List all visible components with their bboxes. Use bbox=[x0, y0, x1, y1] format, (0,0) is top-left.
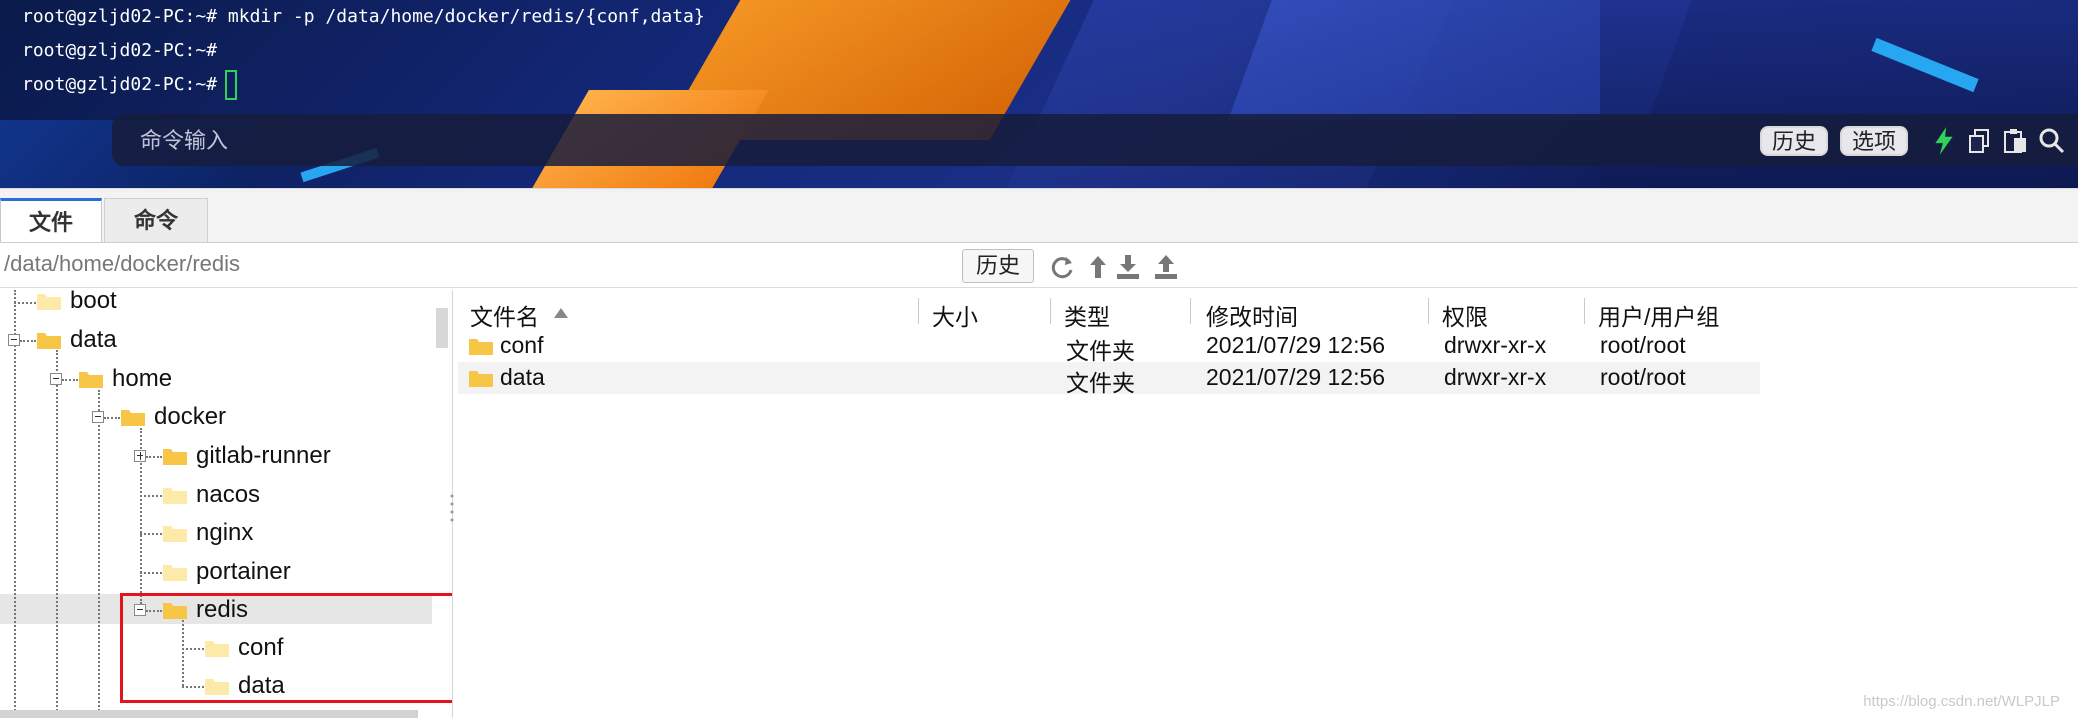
tree-item-label: gitlab-runner bbox=[196, 442, 331, 469]
folder-icon bbox=[37, 333, 61, 349]
folder-icon bbox=[79, 372, 103, 388]
folder-icon bbox=[469, 371, 493, 387]
collapse-toggle[interactable] bbox=[50, 373, 62, 385]
tree-item-label: nginx bbox=[196, 519, 254, 546]
command-bar: 历史 选项 bbox=[112, 114, 2078, 168]
file-name: conf bbox=[500, 332, 544, 358]
sort-ascending-icon bbox=[554, 308, 568, 318]
folder-icon bbox=[469, 339, 493, 355]
tree-item-label: docker bbox=[154, 403, 227, 430]
file-owner: root/root bbox=[1600, 332, 1686, 358]
column-separator[interactable] bbox=[1584, 298, 1585, 324]
folder-icon bbox=[163, 526, 187, 542]
tree-connector bbox=[140, 495, 162, 497]
path-history-button[interactable]: 历史 bbox=[962, 249, 1034, 283]
tree-connector bbox=[140, 533, 162, 535]
collapse-toggle[interactable] bbox=[8, 334, 20, 346]
tree-horizontal-scrollbar[interactable] bbox=[0, 710, 418, 718]
column-separator[interactable] bbox=[1428, 298, 1429, 324]
highlight-annotation-box bbox=[120, 593, 452, 703]
column-separator[interactable] bbox=[1190, 298, 1191, 324]
file-mtime: 2021/07/29 12:56 bbox=[1206, 332, 1386, 358]
download-icon[interactable] bbox=[1114, 253, 1142, 281]
folder-icon bbox=[121, 410, 145, 426]
column-header-type[interactable]: 类型 bbox=[1064, 298, 1110, 332]
table-row[interactable]: data 文件夹 2021/07/29 12:56 drwxr-xr-x roo… bbox=[458, 362, 1760, 396]
tree-connector bbox=[14, 290, 16, 718]
tree-connector bbox=[98, 390, 100, 718]
file-permissions: drwxr-xr-x bbox=[1444, 364, 1547, 390]
tab-commands[interactable]: 命令 bbox=[104, 198, 208, 242]
paste-icon[interactable] bbox=[2002, 126, 2030, 156]
column-header-owner[interactable]: 用户/用户组 bbox=[1598, 298, 1719, 332]
tree-connector bbox=[56, 350, 58, 718]
column-header-modified[interactable]: 修改时间 bbox=[1206, 298, 1298, 332]
expand-toggle[interactable] bbox=[134, 450, 146, 462]
tree-connector bbox=[14, 302, 36, 304]
terminal-output: root@gzljd02-PC:~# mkdir -p /data/home/d… bbox=[22, 2, 705, 104]
tree-item-label: boot bbox=[70, 290, 117, 314]
tree-item-label: nacos bbox=[196, 481, 261, 508]
column-separator[interactable] bbox=[918, 298, 919, 324]
folder-icon bbox=[37, 294, 61, 310]
terminal-line: root@gzljd02-PC:~# bbox=[22, 40, 218, 61]
collapse-toggle[interactable] bbox=[92, 411, 104, 423]
tab-files[interactable]: 文件 bbox=[0, 198, 102, 242]
folder-icon bbox=[163, 565, 187, 581]
tree-connector bbox=[62, 379, 78, 381]
file-list[interactable]: 文件名 大小 类型 修改时间 权限 用户/用户组 conf 文件夹 2021/0… bbox=[458, 290, 2078, 718]
tree-connector bbox=[146, 456, 162, 458]
terminal-cursor bbox=[225, 70, 238, 100]
tree-item-label: portainer bbox=[196, 558, 291, 585]
table-row[interactable]: conf 文件夹 2021/07/29 12:56 drwxr-xr-x roo… bbox=[458, 330, 1760, 364]
folder-icon bbox=[163, 449, 187, 465]
path-bar: /data/home/docker/redis 历史 bbox=[0, 243, 2078, 288]
refresh-icon[interactable] bbox=[1048, 253, 1076, 281]
file-name: data bbox=[500, 364, 545, 390]
directory-tree[interactable]: boot data home docker gitlab-runner naco… bbox=[0, 290, 453, 718]
up-arrow-icon[interactable] bbox=[1084, 253, 1112, 281]
terminal-prompt: root@gzljd02-PC:~# bbox=[22, 74, 218, 95]
file-mtime: 2021/07/29 12:56 bbox=[1206, 364, 1386, 390]
tab-bar: 文件 命令 bbox=[0, 192, 2078, 243]
lightning-icon[interactable] bbox=[1930, 126, 1958, 156]
tree-connector bbox=[20, 340, 36, 342]
tree-item-label: data bbox=[70, 326, 117, 353]
file-type: 文件夹 bbox=[1066, 338, 1135, 364]
search-icon[interactable] bbox=[2038, 126, 2066, 156]
file-type: 文件夹 bbox=[1066, 370, 1135, 396]
column-separator[interactable] bbox=[1050, 298, 1051, 324]
upload-icon[interactable] bbox=[1152, 253, 1180, 281]
column-header-permissions[interactable]: 权限 bbox=[1442, 298, 1488, 332]
copy-icon[interactable] bbox=[1966, 126, 1994, 156]
file-owner: root/root bbox=[1600, 364, 1686, 390]
tree-connector bbox=[140, 572, 162, 574]
tree-connector bbox=[104, 417, 120, 419]
watermark-text: https://blog.csdn.net/WLPJLP bbox=[1863, 693, 2060, 710]
file-permissions: drwxr-xr-x bbox=[1444, 332, 1547, 358]
tree-item-label: home bbox=[112, 365, 173, 392]
options-button[interactable]: 选项 bbox=[1840, 126, 1909, 156]
terminal-panel[interactable]: root@gzljd02-PC:~# mkdir -p /data/home/d… bbox=[0, 0, 2078, 188]
history-button[interactable]: 历史 bbox=[1760, 126, 1829, 156]
command-input[interactable] bbox=[138, 114, 1742, 168]
terminal-line: root@gzljd02-PC:~# bbox=[22, 70, 705, 104]
path-input[interactable]: /data/home/docker/redis bbox=[4, 251, 240, 277]
pane-resize-grip[interactable] bbox=[450, 490, 454, 530]
column-header-size[interactable]: 大小 bbox=[932, 298, 978, 332]
terminal-line: root@gzljd02-PC:~# mkdir -p /data/home/d… bbox=[22, 6, 705, 27]
column-header-name[interactable]: 文件名 bbox=[470, 298, 539, 332]
folder-icon bbox=[163, 488, 187, 504]
tree-vertical-scrollbar[interactable] bbox=[436, 308, 448, 348]
